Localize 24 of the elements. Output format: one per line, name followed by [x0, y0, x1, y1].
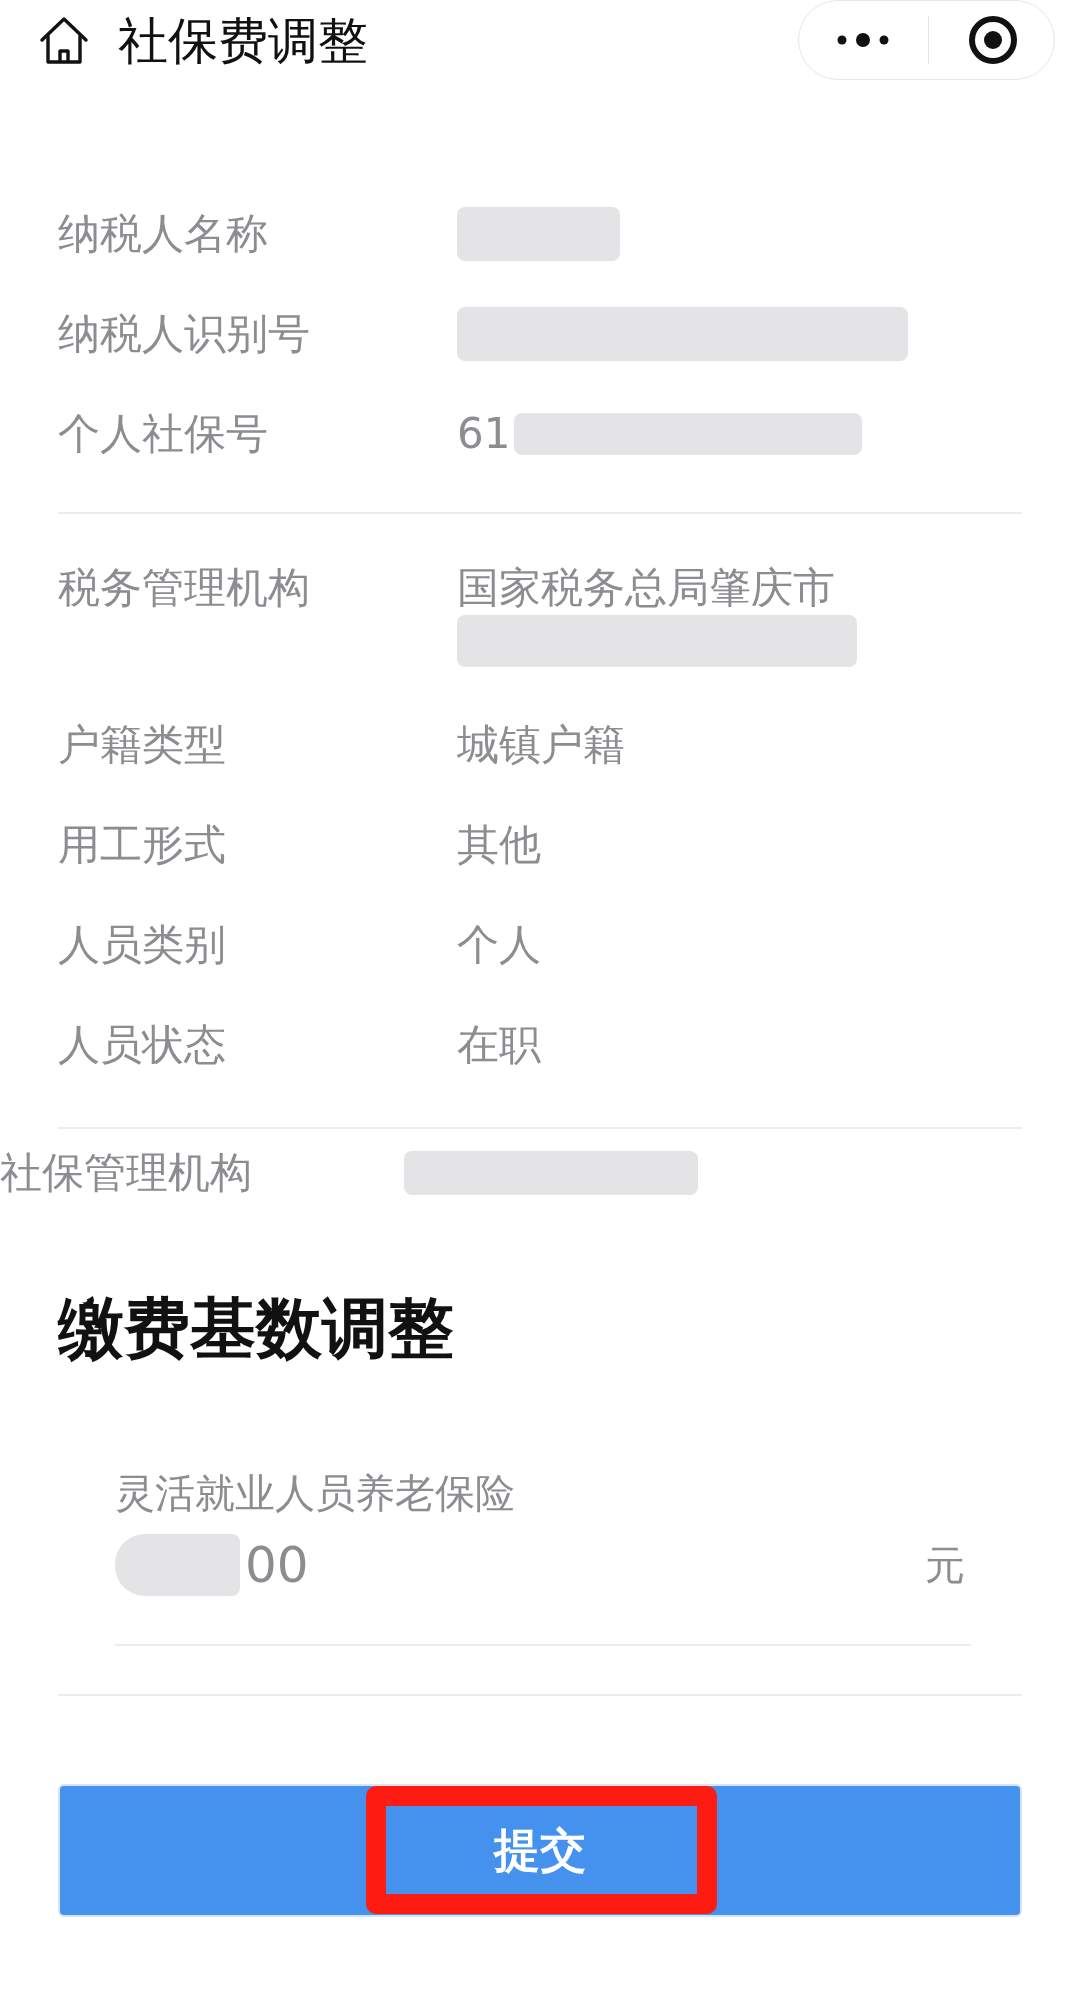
field-value: 城镇户籍: [457, 719, 625, 771]
unit-label: 元: [925, 1541, 965, 1590]
field-label: 社保管理机构: [0, 1147, 253, 1199]
target-icon[interactable]: [968, 15, 1018, 65]
field-label: 纳税人名称: [58, 208, 269, 260]
field-label: 人员类别: [58, 919, 227, 971]
field-label: 户籍类型: [58, 719, 227, 771]
section-heading: 缴费基数调整: [58, 1289, 455, 1369]
field-label: 纳税人识别号: [58, 308, 311, 360]
home-icon[interactable]: [38, 16, 90, 66]
more-icon[interactable]: [837, 33, 889, 47]
field-label: 灵活就业人员养老保险: [115, 1469, 516, 1518]
field-value: 个人: [457, 919, 541, 971]
amount-value: 00: [245, 1535, 309, 1595]
field-label: 税务管理机构: [58, 562, 311, 614]
field-value: 在职: [457, 1019, 541, 1071]
page-title: 社保费调整: [118, 11, 368, 71]
field-value: 其他: [457, 819, 541, 871]
field-label: 用工形式: [58, 819, 227, 871]
field-value: 61: [457, 408, 511, 460]
field-label: 人员状态: [58, 1019, 227, 1071]
field-value: 国家税务总局肇庆市: [457, 562, 835, 614]
input-field[interactable]: 00 元: [115, 1535, 971, 1646]
field-label: 个人社保号: [58, 408, 269, 460]
